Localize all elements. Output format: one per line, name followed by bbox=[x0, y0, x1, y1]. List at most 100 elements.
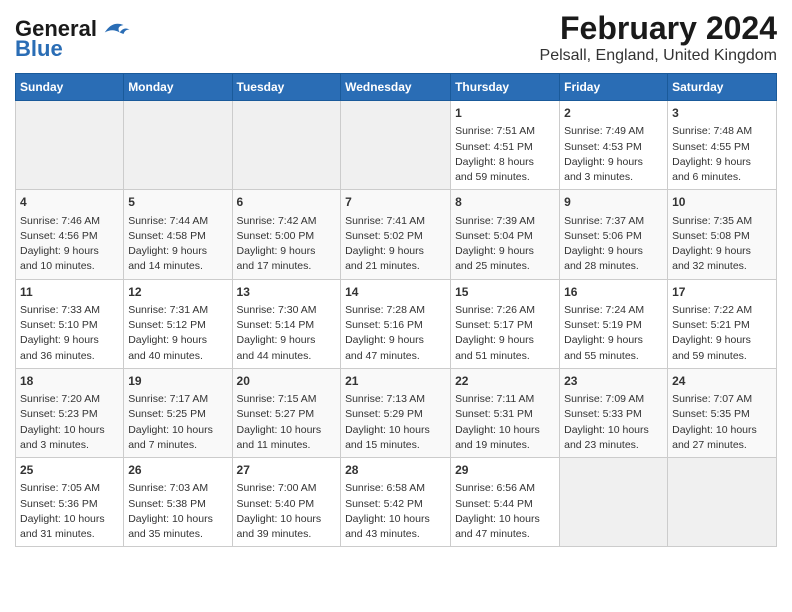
day-number: 8 bbox=[455, 194, 555, 211]
week-row-4: 18 Sunrise: 7:20 AMSunset: 5:23 PMDayligh… bbox=[16, 368, 777, 457]
logo-text-blue: Blue bbox=[15, 38, 63, 60]
day-info: Sunrise: 7:41 AMSunset: 5:02 PMDaylight:… bbox=[345, 214, 446, 275]
calendar-cell bbox=[560, 458, 668, 547]
day-info: Sunrise: 7:13 AMSunset: 5:29 PMDaylight:… bbox=[345, 392, 446, 453]
calendar-cell: 21 Sunrise: 7:13 AMSunset: 5:29 PMDayligh… bbox=[341, 368, 451, 457]
day-info: Sunrise: 7:49 AMSunset: 4:53 PMDaylight:… bbox=[564, 124, 663, 185]
column-header-monday: Monday bbox=[124, 74, 232, 101]
calendar-cell bbox=[232, 101, 341, 190]
day-info: Sunrise: 7:20 AMSunset: 5:23 PMDaylight:… bbox=[20, 392, 119, 453]
week-row-3: 11 Sunrise: 7:33 AMSunset: 5:10 PMDayligh… bbox=[16, 279, 777, 368]
column-header-sunday: Sunday bbox=[16, 74, 124, 101]
day-info: Sunrise: 6:58 AMSunset: 5:42 PMDaylight:… bbox=[345, 481, 446, 542]
day-info: Sunrise: 7:42 AMSunset: 5:00 PMDaylight:… bbox=[237, 214, 337, 275]
day-number: 9 bbox=[564, 194, 663, 211]
calendar-cell: 5 Sunrise: 7:44 AMSunset: 4:58 PMDaylight… bbox=[124, 190, 232, 279]
logo: General Blue bbox=[15, 18, 131, 60]
calendar-cell: 28 Sunrise: 6:58 AMSunset: 5:42 PMDayligh… bbox=[341, 458, 451, 547]
calendar-cell: 15 Sunrise: 7:26 AMSunset: 5:17 PMDayligh… bbox=[451, 279, 560, 368]
day-number: 28 bbox=[345, 462, 446, 479]
day-number: 29 bbox=[455, 462, 555, 479]
day-info: Sunrise: 7:15 AMSunset: 5:27 PMDaylight:… bbox=[237, 392, 337, 453]
calendar-cell: 20Sunrise: 7:15 AMSunset: 5:27 PMDayligh… bbox=[232, 368, 341, 457]
day-info: Sunrise: 7:39 AMSunset: 5:04 PMDaylight:… bbox=[455, 214, 555, 275]
day-number: 22 bbox=[455, 373, 555, 390]
day-number: 18 bbox=[20, 373, 119, 390]
calendar-cell: 1Sunrise: 7:51 AMSunset: 4:51 PMDaylight… bbox=[451, 101, 560, 190]
day-info: Sunrise: 7:30 AMSunset: 5:14 PMDaylight:… bbox=[237, 303, 337, 364]
day-number: 25 bbox=[20, 462, 119, 479]
calendar-cell: 16 Sunrise: 7:24 AMSunset: 5:19 PMDayligh… bbox=[560, 279, 668, 368]
day-number: 5 bbox=[128, 194, 227, 211]
day-number: 11 bbox=[20, 284, 119, 301]
day-info: Sunrise: 7:00 AMSunset: 5:40 PMDaylight:… bbox=[237, 481, 337, 542]
page-title: February 2024 bbox=[540, 10, 777, 47]
day-info: Sunrise: 7:37 AMSunset: 5:06 PMDaylight:… bbox=[564, 214, 663, 275]
day-number: 6 bbox=[237, 194, 337, 211]
day-info: Sunrise: 7:26 AMSunset: 5:17 PMDaylight:… bbox=[455, 303, 555, 364]
logo-bird-icon bbox=[101, 19, 131, 37]
calendar-cell: 7 Sunrise: 7:41 AMSunset: 5:02 PMDaylight… bbox=[341, 190, 451, 279]
day-number: 27 bbox=[237, 462, 337, 479]
calendar-cell: 6 Sunrise: 7:42 AMSunset: 5:00 PMDaylight… bbox=[232, 190, 341, 279]
title-block: February 2024 Pelsall, England, United K… bbox=[540, 10, 777, 65]
calendar-cell: 2 Sunrise: 7:49 AMSunset: 4:53 PMDaylight… bbox=[560, 101, 668, 190]
day-info: Sunrise: 7:03 AMSunset: 5:38 PMDaylight:… bbox=[128, 481, 227, 542]
calendar-cell: 14Sunrise: 7:28 AMSunset: 5:16 PMDayligh… bbox=[341, 279, 451, 368]
day-number: 3 bbox=[672, 105, 772, 122]
calendar-cell: 25 Sunrise: 7:05 AMSunset: 5:36 PMDayligh… bbox=[16, 458, 124, 547]
day-info: Sunrise: 7:09 AMSunset: 5:33 PMDaylight:… bbox=[564, 392, 663, 453]
day-number: 7 bbox=[345, 194, 446, 211]
day-number: 24 bbox=[672, 373, 772, 390]
day-number: 21 bbox=[345, 373, 446, 390]
calendar-cell: 26Sunrise: 7:03 AMSunset: 5:38 PMDayligh… bbox=[124, 458, 232, 547]
calendar-cell bbox=[341, 101, 451, 190]
day-info: Sunrise: 7:35 AMSunset: 5:08 PMDaylight:… bbox=[672, 214, 772, 275]
day-info: Sunrise: 7:51 AMSunset: 4:51 PMDaylight:… bbox=[455, 124, 555, 185]
calendar-cell: 3Sunrise: 7:48 AMSunset: 4:55 PMDaylight… bbox=[668, 101, 777, 190]
day-number: 15 bbox=[455, 284, 555, 301]
column-header-saturday: Saturday bbox=[668, 74, 777, 101]
day-info: Sunrise: 7:31 AMSunset: 5:12 PMDaylight:… bbox=[128, 303, 227, 364]
day-number: 12 bbox=[128, 284, 227, 301]
day-info: Sunrise: 7:44 AMSunset: 4:58 PMDaylight:… bbox=[128, 214, 227, 275]
day-number: 17 bbox=[672, 284, 772, 301]
calendar-cell: 29 Sunrise: 6:56 AMSunset: 5:44 PMDayligh… bbox=[451, 458, 560, 547]
calendar-cell: 18 Sunrise: 7:20 AMSunset: 5:23 PMDayligh… bbox=[16, 368, 124, 457]
calendar-cell: 10 Sunrise: 7:35 AMSunset: 5:08 PMDayligh… bbox=[668, 190, 777, 279]
day-number: 2 bbox=[564, 105, 663, 122]
page-subtitle: Pelsall, England, United Kingdom bbox=[540, 47, 777, 65]
column-header-friday: Friday bbox=[560, 74, 668, 101]
column-header-thursday: Thursday bbox=[451, 74, 560, 101]
calendar-cell bbox=[16, 101, 124, 190]
calendar-cell bbox=[668, 458, 777, 547]
day-number: 16 bbox=[564, 284, 663, 301]
calendar-cell: 13 Sunrise: 7:30 AMSunset: 5:14 PMDayligh… bbox=[232, 279, 341, 368]
column-header-tuesday: Tuesday bbox=[232, 74, 341, 101]
day-number: 10 bbox=[672, 194, 772, 211]
day-info: Sunrise: 6:56 AMSunset: 5:44 PMDaylight:… bbox=[455, 481, 555, 542]
week-row-2: 4 Sunrise: 7:46 AMSunset: 4:56 PMDaylight… bbox=[16, 190, 777, 279]
day-info: Sunrise: 7:05 AMSunset: 5:36 PMDaylight:… bbox=[20, 481, 119, 542]
calendar-cell: 11 Sunrise: 7:33 AMSunset: 5:10 PMDayligh… bbox=[16, 279, 124, 368]
page-header: General Blue February 2024 Pelsall, Engl… bbox=[15, 10, 777, 65]
calendar-cell: 4 Sunrise: 7:46 AMSunset: 4:56 PMDaylight… bbox=[16, 190, 124, 279]
day-number: 14 bbox=[345, 284, 446, 301]
calendar-cell: 12 Sunrise: 7:31 AMSunset: 5:12 PMDayligh… bbox=[124, 279, 232, 368]
calendar-cell: 8 Sunrise: 7:39 AMSunset: 5:04 PMDaylight… bbox=[451, 190, 560, 279]
day-info: Sunrise: 7:17 AMSunset: 5:25 PMDaylight:… bbox=[128, 392, 227, 453]
calendar-cell: 22 Sunrise: 7:11 AMSunset: 5:31 PMDayligh… bbox=[451, 368, 560, 457]
day-number: 23 bbox=[564, 373, 663, 390]
day-info: Sunrise: 7:46 AMSunset: 4:56 PMDaylight:… bbox=[20, 214, 119, 275]
day-info: Sunrise: 7:22 AMSunset: 5:21 PMDaylight:… bbox=[672, 303, 772, 364]
day-number: 13 bbox=[237, 284, 337, 301]
calendar-cell: 24Sunrise: 7:07 AMSunset: 5:35 PMDayligh… bbox=[668, 368, 777, 457]
calendar-cell bbox=[124, 101, 232, 190]
calendar-cell: 9 Sunrise: 7:37 AMSunset: 5:06 PMDaylight… bbox=[560, 190, 668, 279]
day-info: Sunrise: 7:24 AMSunset: 5:19 PMDaylight:… bbox=[564, 303, 663, 364]
day-info: Sunrise: 7:33 AMSunset: 5:10 PMDaylight:… bbox=[20, 303, 119, 364]
column-header-wednesday: Wednesday bbox=[341, 74, 451, 101]
day-number: 4 bbox=[20, 194, 119, 211]
day-info: Sunrise: 7:11 AMSunset: 5:31 PMDaylight:… bbox=[455, 392, 555, 453]
week-row-1: 1Sunrise: 7:51 AMSunset: 4:51 PMDaylight… bbox=[16, 101, 777, 190]
